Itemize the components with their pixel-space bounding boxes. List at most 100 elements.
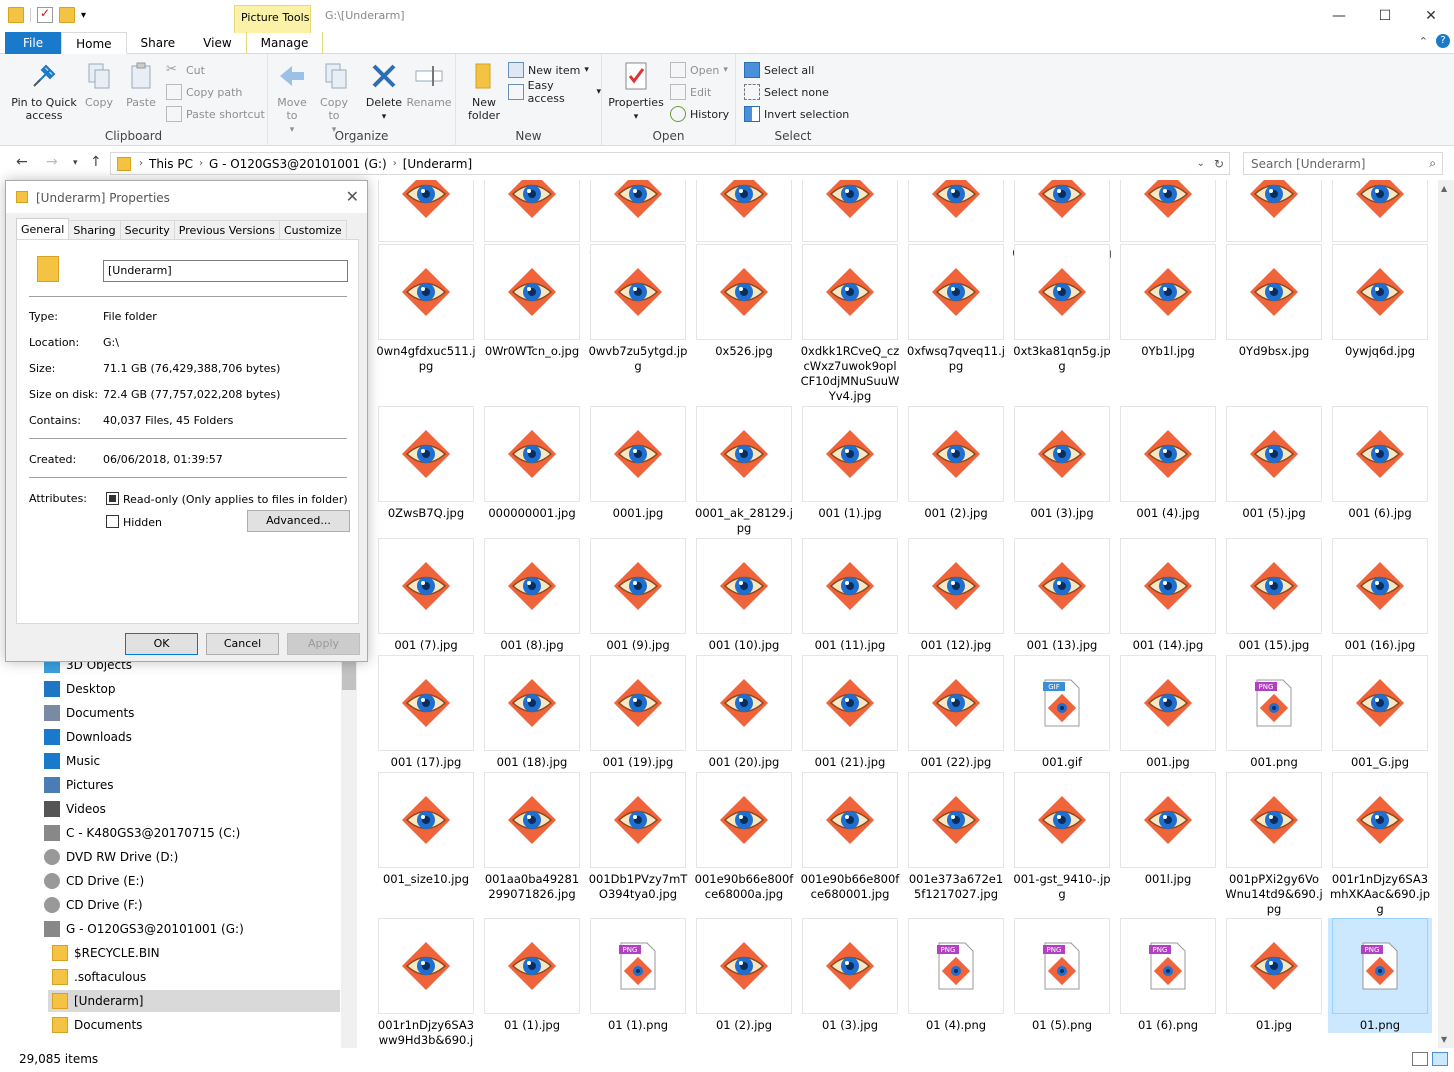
tab-file[interactable]: File [5,32,62,54]
file-item[interactable]: 001e373a672e15f1217027.jpg [904,772,1008,902]
close-button[interactable]: ✕ [1408,0,1454,32]
file-item[interactable]: 001_G.jpg [1328,655,1432,770]
file-item[interactable]: 0Yd9bsx.jpg [1222,244,1326,359]
up-arrow-icon[interactable]: ↑ [90,154,102,170]
file-item[interactable]: 001-gst_9410-.jpg [1010,772,1114,902]
cut-button[interactable]: ✂ Cut [166,61,205,79]
file-item[interactable]: 0001.jpg [586,406,690,521]
nav-scroll-thumb[interactable] [342,660,356,690]
file-item[interactable]: 0xt3ka81qn5g.jpg [1010,244,1114,374]
select-none-button[interactable]: Select none [744,83,829,101]
copy-path-button[interactable]: Copy path [166,83,242,101]
nav-item[interactable]: .softaculous [52,966,146,988]
tab-previous-versions[interactable]: Previous Versions [173,220,280,240]
nav-scrollbar[interactable] [341,660,357,1048]
nav-item[interactable]: G - O120GS3@20101001 (G:) [44,918,244,940]
file-item[interactable]: 001 (14).jpg [1116,538,1220,653]
recent-locations-icon[interactable]: ▾ [73,158,78,168]
file-item[interactable]: 001 (20).jpg [692,655,796,770]
address-bar[interactable]: › This PC › G - O120GS3@20101001 (G:) › … [110,152,1230,175]
file-item[interactable]: PNG 01 (5).png [1010,918,1114,1033]
breadcrumb-underarm[interactable]: [Underarm] [397,157,478,171]
file-item[interactable]: 01.jpg [1222,918,1326,1033]
maximize-button[interactable]: ☐ [1362,0,1408,32]
file-item[interactable]: 001 (6).jpg [1328,406,1432,521]
file-item[interactable]: 001 (8).jpg [480,538,584,653]
nav-item[interactable]: Desktop [44,678,116,700]
cancel-button[interactable]: Cancel [206,633,279,655]
file-item[interactable]: 0Yb1l.jpg [1116,244,1220,359]
collapse-ribbon-icon[interactable]: ⌃ [1419,35,1428,48]
open-button[interactable]: Open ▾ [670,61,728,79]
readonly-checkbox[interactable] [106,492,119,505]
file-item[interactable]: 001 (12).jpg [904,538,1008,653]
minimize-button[interactable]: — [1316,0,1362,32]
move-to-button[interactable]: Move to ▾ [274,60,310,137]
tab-sharing[interactable]: Sharing [68,220,121,240]
file-item[interactable]: 0001_ak_28129.jpg [692,406,796,536]
paste-button[interactable]: Paste [122,60,160,109]
tab-share[interactable]: Share [127,32,190,54]
scroll-down-icon[interactable]: ▼ [1441,1035,1447,1044]
nav-item[interactable]: CD Drive (F:) [44,894,143,916]
new-item-button[interactable]: New item ▾ [508,61,589,79]
tab-security[interactable]: Security [119,220,175,240]
copy-to-button[interactable]: Copy to ▾ [316,60,352,137]
copy-button[interactable]: Copy [80,60,118,109]
history-button[interactable]: History [670,105,729,123]
breadcrumb-drive-g[interactable]: G - O120GS3@20101001 (G:) [203,157,393,171]
apply-button[interactable]: Apply [287,633,360,655]
scroll-up-icon[interactable]: ▲ [1441,184,1447,193]
file-item[interactable]: 001 (16).jpg [1328,538,1432,653]
tab-general[interactable]: General [16,218,70,240]
search-input[interactable]: Search [Underarm] ⌕ [1243,152,1443,175]
file-item[interactable]: 0wvb7zu5ytgd.jpg [586,244,690,374]
file-item[interactable]: 001 (2).jpg [904,406,1008,521]
edit-button[interactable]: Edit [670,83,711,101]
file-item[interactable]: GIF 001.gif [1010,655,1114,770]
file-item[interactable]: 001 (1).jpg [798,406,902,521]
file-item[interactable]: 001 (18).jpg [480,655,584,770]
nav-item[interactable]: Pictures [44,774,114,796]
file-item[interactable]: 001 (17).jpg [374,655,478,770]
invert-selection-button[interactable]: Invert selection [744,105,849,123]
select-all-button[interactable]: Select all [744,61,814,79]
advanced-button[interactable]: Advanced... [247,510,350,532]
folder-icon[interactable] [8,7,24,23]
details-view-icon[interactable] [1412,1052,1428,1066]
chevron-down-icon[interactable]: ⌄ [1197,158,1205,169]
file-item[interactable]: 0ywjq6d.jpg [1328,244,1432,359]
file-item[interactable]: 0wn4gfdxuc511.jpg [374,244,478,374]
breadcrumb-this-pc[interactable]: This PC [143,157,199,171]
file-item[interactable]: 001 (21).jpg [798,655,902,770]
nav-item[interactable]: $RECYCLE.BIN [52,942,160,964]
nav-item[interactable]: Music [44,750,100,772]
rename-button[interactable]: Rename [406,60,452,109]
file-item[interactable]: PNG 001.png [1222,655,1326,770]
file-item[interactable]: 0ZwsB7Q.jpg [374,406,478,521]
ok-button[interactable]: OK [125,633,198,655]
nav-item[interactable]: [Underarm] [48,990,340,1012]
delete-button[interactable]: Delete ▾ [364,60,404,124]
file-item[interactable]: 01 (3).jpg [798,918,902,1033]
nav-item[interactable]: CD Drive (E:) [44,870,144,892]
nav-item[interactable]: Downloads [44,726,132,748]
file-item[interactable]: 001 (10).jpg [692,538,796,653]
tab-manage[interactable]: Manage [245,32,324,54]
file-item[interactable]: 01 (1).jpg [480,918,584,1033]
file-item[interactable]: 001 (5).jpg [1222,406,1326,521]
tab-customize[interactable]: Customize [278,220,347,240]
nav-item[interactable]: C - K480GS3@20170715 (C:) [44,822,240,844]
file-item[interactable]: 001l.jpg [1116,772,1220,887]
forward-arrow-icon[interactable]: → [46,154,58,170]
file-item[interactable]: 001aa0ba49281299071826.jpg [480,772,584,902]
file-item[interactable]: PNG 01.png [1328,918,1432,1033]
file-item[interactable]: 001e90b66e800fce680001.jpg [798,772,902,902]
file-item[interactable]: 001pPXi2gy6VoWnu14td9&690.jpg [1222,772,1326,917]
file-item[interactable]: 001.jpg [1116,655,1220,770]
new-folder-button[interactable]: New folder [464,60,504,122]
nav-item[interactable]: Documents [44,702,134,724]
tab-home[interactable]: Home [61,32,127,54]
file-item[interactable]: 001e90b66e800fce68000a.jpg [692,772,796,902]
file-item[interactable]: PNG 01 (1).png [586,918,690,1033]
